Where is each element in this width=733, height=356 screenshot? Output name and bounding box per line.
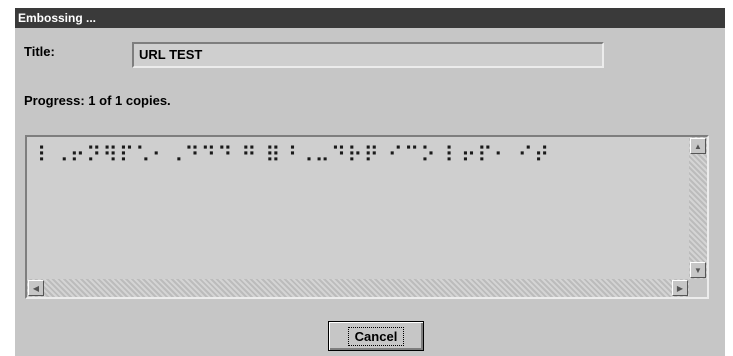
scroll-right-icon[interactable]: ▶ — [672, 280, 688, 296]
title-value: URL TEST — [139, 47, 203, 62]
scrollbar-corner — [689, 279, 707, 297]
dialog-title: Embossing ... — [15, 8, 725, 28]
scroll-up-icon[interactable]: ▲ — [690, 138, 706, 154]
scroll-down-icon[interactable]: ▼ — [690, 262, 706, 278]
embossing-dialog: Embossing ... Title: URL TEST Progress: … — [15, 8, 725, 356]
braille-output-area[interactable]: ⠇⠠⠖⠝⠻⠏⠡⠂⠠⠙⠙⠙ ⠛ ⠿⠘⠠⠤⠙⠗⠟ ⠊⠉⠕ ⠇⠖⠏⠂ ⠊⠞ ▲ ▼ ◀… — [25, 135, 709, 299]
vertical-scrollbar[interactable]: ▲ ▼ — [689, 137, 707, 279]
cancel-button[interactable]: Cancel — [328, 321, 424, 351]
progress-text: Progress: 1 of 1 copies. — [24, 93, 171, 108]
cancel-button-label: Cancel — [347, 326, 405, 346]
horizontal-scrollbar[interactable]: ◀ ▶ — [27, 279, 689, 297]
scroll-left-icon[interactable]: ◀ — [28, 280, 44, 296]
title-label: Title: — [24, 44, 55, 59]
braille-output-text: ⠇⠠⠖⠝⠻⠏⠡⠂⠠⠙⠙⠙ ⠛ ⠿⠘⠠⠤⠙⠗⠟ ⠊⠉⠕ ⠇⠖⠏⠂ ⠊⠞ — [37, 143, 551, 167]
title-field: URL TEST — [132, 42, 604, 68]
